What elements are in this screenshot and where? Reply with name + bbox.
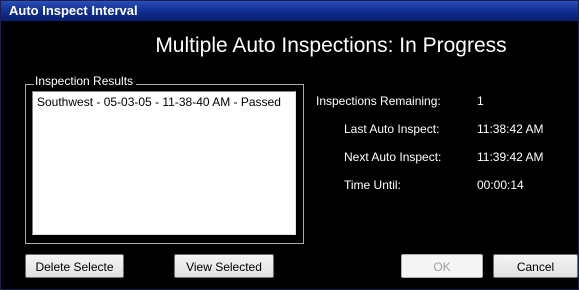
inspection-results-list[interactable]: Southwest - 05-03-05 - 11-38-40 AM - Pas…	[32, 91, 296, 235]
time-until-value: 00:00:14	[477, 178, 524, 192]
list-item[interactable]: Southwest - 05-03-05 - 11-38-40 AM - Pas…	[37, 95, 281, 110]
inspections-remaining-value: 1	[477, 94, 484, 108]
status-heading: Multiple Auto Inspections: In Progress	[155, 34, 507, 57]
window-title: Auto Inspect Interval	[9, 3, 138, 18]
next-auto-inspect-value: 11:39:42 AM	[477, 150, 544, 164]
delete-selected-button[interactable]: Delete Selecte	[25, 254, 124, 278]
title-bar[interactable]: Auto Inspect Interval	[1, 1, 578, 21]
inspections-remaining-label: Inspections Remaining:	[316, 94, 441, 108]
next-auto-inspect-label: Next Auto Inspect:	[344, 150, 442, 164]
last-auto-inspect-value: 11:38:42 AM	[477, 122, 544, 136]
ok-button[interactable]: OK	[401, 254, 483, 278]
time-until-label: Time Until:	[344, 178, 401, 192]
cancel-button[interactable]: Cancel	[493, 254, 578, 278]
view-selected-button[interactable]: View Selected	[174, 254, 274, 278]
auto-inspect-dialog: Auto Inspect Interval Multiple Auto Insp…	[0, 0, 579, 290]
inspection-results-label: Inspection Results	[34, 74, 137, 89]
last-auto-inspect-label: Last Auto Inspect:	[344, 122, 440, 136]
